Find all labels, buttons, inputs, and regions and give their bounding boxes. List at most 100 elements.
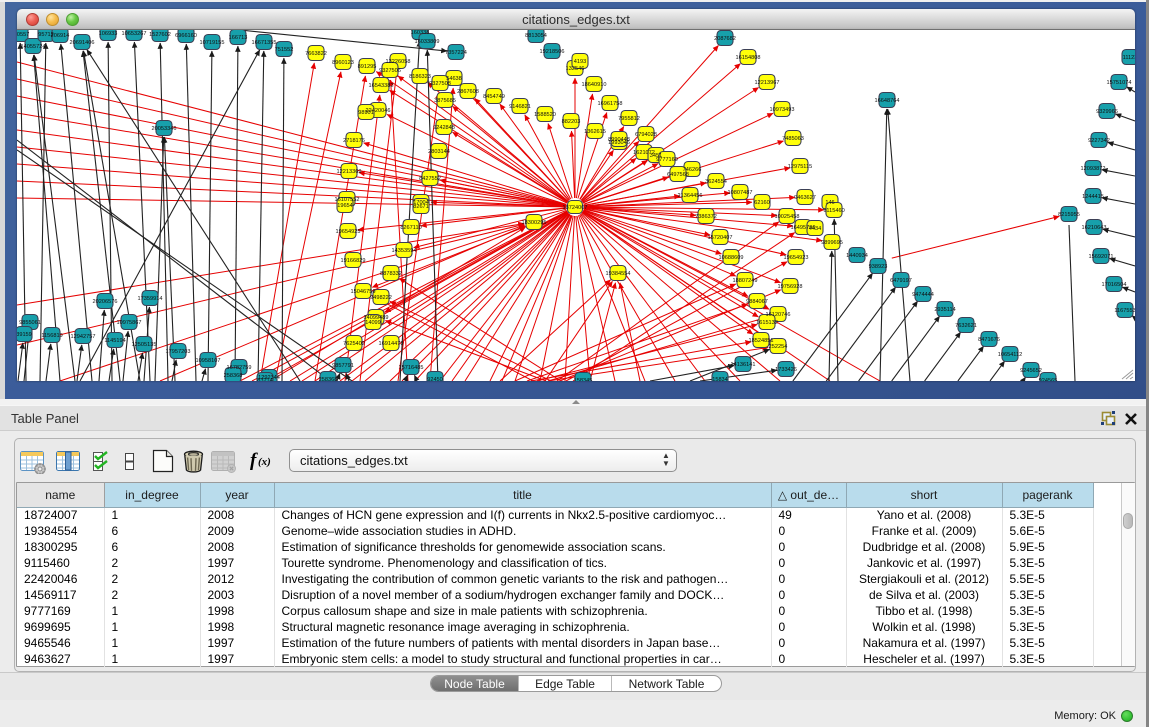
svg-text:62160: 62160 — [754, 200, 770, 206]
svg-text:19756928: 19756928 — [778, 284, 803, 290]
svg-text:3624554: 3624554 — [705, 179, 727, 185]
svg-text:1145194: 1145194 — [104, 338, 125, 344]
svg-text:9327508: 9327508 — [429, 81, 451, 87]
svg-text:8471676: 8471676 — [978, 337, 1000, 343]
svg-text:9245652: 9245652 — [1020, 368, 1042, 374]
svg-text:882203: 882203 — [562, 119, 581, 125]
svg-text:252254: 252254 — [769, 344, 788, 350]
svg-text:17016504: 17016504 — [1102, 282, 1127, 288]
svg-text:9857791: 9857791 — [332, 363, 354, 369]
svg-text:140557: 140557 — [17, 32, 29, 38]
svg-text:16543382: 16543382 — [369, 83, 394, 89]
svg-text:3875685: 3875685 — [434, 98, 456, 104]
svg-text:7485063: 7485063 — [782, 136, 804, 142]
svg-text:9327506: 9327506 — [379, 68, 401, 74]
svg-text:12213967: 12213967 — [755, 80, 780, 86]
svg-text:19654923: 19654923 — [784, 255, 809, 261]
svg-text:8427552: 8427552 — [419, 176, 441, 182]
svg-text:2867608: 2867608 — [457, 89, 479, 95]
svg-text:18807249: 18807249 — [733, 278, 758, 284]
svg-text:16120746: 16120746 — [766, 312, 791, 318]
svg-text:9329966: 9329966 — [1096, 109, 1118, 115]
svg-text:16961758: 16961758 — [598, 101, 623, 107]
svg-text:92450: 92450 — [427, 377, 443, 381]
svg-text:9498222: 9498222 — [370, 295, 392, 301]
svg-text:(x): (x) — [258, 456, 271, 468]
svg-text:1527602: 1527602 — [149, 32, 171, 38]
svg-text:14099: 14099 — [365, 320, 381, 326]
svg-text:16210643: 16210643 — [1082, 225, 1107, 231]
svg-text:21364456: 21364456 — [678, 193, 703, 199]
svg-text:15692071: 15692071 — [1089, 254, 1114, 260]
svg-text:16782759: 16782759 — [227, 365, 252, 371]
svg-text:206914: 206914 — [51, 33, 70, 39]
svg-text:14136141: 14136141 — [731, 362, 756, 368]
svg-text:19654: 19654 — [337, 203, 353, 209]
svg-text:16154808: 16154808 — [736, 55, 761, 61]
svg-text:14055724: 14055724 — [21, 44, 46, 50]
svg-text:10807487: 10807487 — [728, 190, 753, 196]
svg-text:10958107: 10958107 — [196, 358, 221, 364]
svg-text:1440934: 1440934 — [846, 253, 868, 259]
svg-text:2087682: 2087682 — [714, 36, 736, 42]
svg-text:12213369: 12213369 — [337, 169, 362, 175]
svg-text:15716485: 15716485 — [399, 365, 424, 371]
svg-text:9115460: 9115460 — [823, 208, 844, 214]
svg-text:16914479: 16914479 — [379, 341, 404, 347]
svg-text:19218506: 19218506 — [540, 49, 565, 55]
svg-text:9463627: 9463627 — [794, 195, 816, 201]
svg-text:9242848: 9242848 — [433, 125, 455, 131]
svg-text:1733426: 1733426 — [775, 367, 797, 373]
svg-text:7625402: 7625402 — [343, 341, 365, 347]
svg-text:106933: 106933 — [99, 31, 118, 37]
svg-text:10688609: 10688609 — [719, 255, 744, 261]
svg-text:20053346: 20053346 — [152, 126, 177, 132]
svg-text:6794028: 6794028 — [635, 132, 657, 138]
svg-text:7955812: 7955812 — [618, 116, 640, 122]
svg-text:13226058: 13226058 — [386, 59, 411, 65]
svg-text:8813054: 8813054 — [525, 33, 547, 39]
svg-text:9855061: 9855061 — [19, 320, 41, 326]
svg-text:9227342: 9227342 — [1088, 138, 1110, 144]
svg-text:1588520: 1588520 — [534, 112, 556, 118]
svg-text:1362615: 1362615 — [584, 129, 606, 135]
svg-text:10654112: 10654112 — [998, 352, 1022, 358]
svg-text:15834: 15834 — [712, 377, 728, 381]
svg-text:8990448: 8990448 — [608, 137, 630, 143]
svg-text:258368: 258368 — [319, 377, 338, 381]
svg-text:146: 146 — [825, 200, 834, 206]
svg-text:924565: 924565 — [1039, 378, 1058, 381]
svg-text:10975867: 10975867 — [117, 320, 142, 326]
svg-text:11123: 11123 — [1123, 55, 1135, 61]
svg-text:19166829: 19166829 — [341, 258, 366, 264]
svg-text:8878332: 8878332 — [380, 271, 402, 277]
svg-text:16648764: 16648764 — [875, 98, 900, 104]
svg-text:82671: 82671 — [413, 204, 429, 210]
svg-text:1244415: 1244415 — [1082, 194, 1104, 200]
svg-text:10973493: 10973493 — [770, 107, 795, 113]
svg-text:18300295: 18300295 — [522, 220, 547, 226]
svg-text:132546: 132546 — [566, 66, 585, 72]
svg-text:17957203: 17957203 — [166, 349, 191, 355]
svg-text:6497568: 6497568 — [667, 172, 689, 178]
svg-text:12505135: 12505135 — [132, 342, 157, 348]
svg-text:9884067: 9884067 — [746, 299, 768, 305]
svg-text:9899695: 9899695 — [821, 240, 843, 246]
svg-text:2718176: 2718176 — [343, 138, 365, 144]
svg-text:15720407: 15720407 — [708, 235, 733, 241]
svg-text:10719155: 10719155 — [200, 40, 225, 46]
svg-text:19654925: 19654925 — [336, 229, 361, 235]
svg-text:14353594: 14353594 — [392, 248, 417, 254]
svg-text:4193: 4193 — [574, 59, 586, 65]
svg-text:17359914: 17359914 — [138, 296, 163, 302]
svg-text:1167553: 1167553 — [1114, 308, 1135, 314]
svg-text:18724007: 18724007 — [563, 205, 588, 211]
svg-text:16033809: 16033809 — [415, 39, 440, 45]
svg-text:10653267: 10653267 — [122, 31, 147, 37]
svg-text:2935114: 2935114 — [934, 307, 955, 313]
svg-text:1156819: 1156819 — [41, 333, 62, 339]
svg-text:7357224: 7357224 — [445, 50, 467, 56]
svg-text:15751074: 15751074 — [1107, 80, 1132, 86]
svg-text:8215955: 8215955 — [1058, 212, 1080, 218]
svg-text:751552: 751552 — [275, 47, 294, 53]
